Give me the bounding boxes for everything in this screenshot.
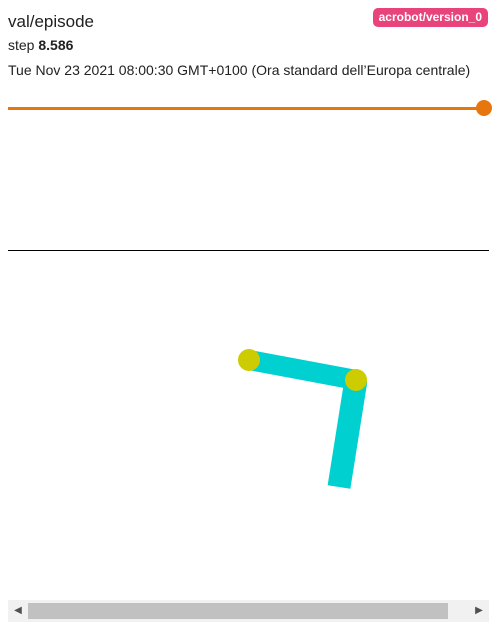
card-title: val/episode [8,12,95,31]
triangle-right-icon[interactable]: ▶ [469,600,489,622]
step-value: 8.586 [38,37,74,53]
step-slider[interactable] [8,100,492,118]
image-card: val/episode acrobot/version_0 step 8.586… [0,0,492,627]
slider-track[interactable] [8,107,484,110]
horizontal-scrollbar[interactable]: ◀ ▶ [8,600,489,622]
run-badge: acrobot/version_0 [372,8,488,27]
acrobot-link-upper [247,350,358,390]
triangle-left-icon[interactable]: ◀ [8,600,28,622]
acrobot-link-lower [327,378,368,489]
acrobot-joint-base [238,349,260,371]
step-label: step [8,37,35,53]
timestamp: Tue Nov 23 2021 08:00:30 GMT+0100 (Ora s… [8,62,471,78]
scrollbar-thumb[interactable] [28,603,448,619]
acrobot-render [238,349,368,489]
acrobot-joint-elbow [345,369,367,391]
slider-thumb[interactable] [476,100,492,116]
step-row: step 8.586 [8,36,73,54]
